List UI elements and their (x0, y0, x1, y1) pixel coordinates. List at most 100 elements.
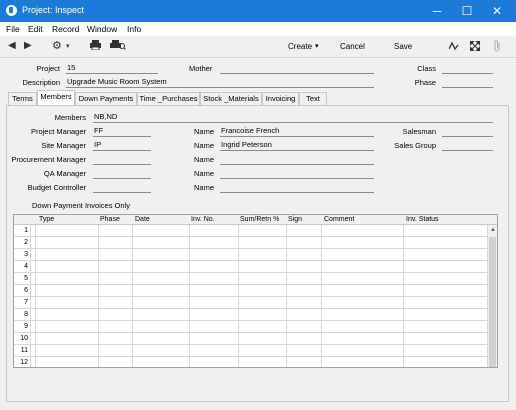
minimize-button[interactable]: ─ (423, 0, 451, 22)
create-dropdown-icon[interactable]: ▾ (315, 42, 319, 50)
expand-icon[interactable] (469, 40, 481, 54)
class-label: Class (417, 64, 436, 73)
row-number: 4 (14, 261, 31, 273)
table-row[interactable]: 1 (14, 225, 489, 237)
maximize-button[interactable]: ☐ (453, 0, 481, 22)
column-header-sum-retn[interactable]: Sum/Retn % (240, 216, 279, 223)
procurement-manager-name-field[interactable] (220, 154, 374, 165)
close-button[interactable]: ✕ (483, 0, 511, 22)
cancel-button[interactable]: Cancel (340, 42, 365, 51)
scrollbar-thumb[interactable] (489, 237, 496, 367)
tab-stock-materials[interactable]: Stock _Materials (200, 92, 262, 105)
tab-members[interactable]: Members (37, 90, 75, 105)
budget-controller-code-field[interactable] (93, 182, 151, 193)
menu-window[interactable]: Window (87, 24, 117, 34)
row-number: 1 (14, 225, 31, 237)
grid-scrollbar[interactable]: ▲ (487, 225, 497, 367)
table-row[interactable]: 4 (14, 261, 489, 273)
description-label: Description (22, 78, 60, 87)
window-title: Project: Inspect (22, 5, 85, 15)
site-manager-label: Site Manager (41, 141, 86, 150)
toolbar: ◀ ▶ ⚙ ▾ Create ▾ Cancel Save (0, 36, 516, 58)
phase-field[interactable] (442, 77, 493, 88)
budget-controller-name-field[interactable] (220, 182, 374, 193)
print-icon[interactable] (90, 40, 101, 53)
site-manager-code-field[interactable]: IP (93, 140, 151, 151)
row-number: 12 (14, 357, 31, 367)
attachment-icon[interactable] (493, 40, 501, 55)
title-bar: Project: Inspect ─ ☐ ✕ (0, 0, 516, 22)
salesman-label: Salesman (402, 127, 436, 136)
procurement-manager-code-field[interactable] (93, 154, 151, 165)
table-row[interactable]: 12 (14, 357, 489, 367)
row-number: 6 (14, 285, 31, 297)
project-field[interactable]: 15 (66, 63, 158, 74)
print-preview-icon[interactable] (110, 40, 126, 53)
save-button[interactable]: Save (394, 42, 412, 51)
column-header-sign[interactable]: Sign (288, 216, 302, 223)
qa-manager-label: QA Manager (43, 169, 86, 178)
site-manager-name-label: Name (193, 141, 214, 150)
next-record-icon[interactable]: ▶ (24, 40, 32, 51)
table-row[interactable]: 7 (14, 297, 489, 309)
tab-time-purchases[interactable]: Time _Purchases (137, 92, 200, 105)
column-header-type[interactable]: Type (39, 216, 54, 223)
qa-manager-name-label: Name (193, 169, 214, 178)
down-payment-invoices-grid: Type Phase Date Inv. No. Sum/Retn % Sign… (13, 214, 498, 368)
row-number: 5 (14, 273, 31, 285)
procurement-manager-name-label: Name (193, 155, 214, 164)
qa-manager-code-field[interactable] (93, 168, 151, 179)
budget-controller-label: Budget Controller (27, 183, 86, 192)
column-header-date[interactable]: Date (135, 216, 150, 223)
column-header-comment[interactable]: Comment (324, 216, 354, 223)
menu-bar: File Edit Record Window Info (0, 22, 516, 36)
table-row[interactable]: 6 (14, 285, 489, 297)
project-manager-label: Project Manager (30, 127, 86, 136)
procurement-manager-label: Procurement Manager (11, 155, 86, 164)
operations-dropdown-icon[interactable]: ▾ (66, 42, 70, 50)
site-manager-name-field[interactable]: Ingrid Peterson (220, 140, 374, 151)
row-number: 3 (14, 249, 31, 261)
scroll-up-icon[interactable]: ▲ (490, 227, 496, 233)
row-number: 2 (14, 237, 31, 249)
project-manager-name-label: Name (193, 127, 214, 136)
mother-field[interactable] (220, 63, 374, 74)
table-row[interactable]: 3 (14, 249, 489, 261)
members-label: Members (54, 113, 86, 122)
project-manager-name-field[interactable]: Francoise French (220, 126, 374, 137)
menu-file[interactable]: File (6, 24, 20, 34)
row-number: 7 (14, 297, 31, 309)
class-field[interactable] (442, 63, 493, 74)
tab-invoicing[interactable]: Invoicing (262, 92, 299, 105)
project-manager-code-field[interactable]: FF (93, 126, 151, 137)
menu-info[interactable]: Info (127, 24, 141, 34)
column-header-inv-no[interactable]: Inv. No. (191, 216, 215, 223)
row-number: 10 (14, 333, 31, 345)
column-header-inv-status[interactable]: Inv. Status (406, 216, 439, 223)
operations-gear-icon[interactable]: ⚙ (52, 39, 62, 52)
members-field[interactable]: NB,ND (93, 112, 493, 123)
project-label: Project (36, 64, 60, 73)
app-icon (6, 5, 17, 16)
description-field[interactable]: Upgrade Music Room System (66, 77, 374, 88)
column-header-phase[interactable]: Phase (100, 216, 120, 223)
salesman-field[interactable] (442, 126, 493, 137)
sales-group-field[interactable] (442, 140, 493, 151)
menu-edit[interactable]: Edit (28, 24, 43, 34)
qa-manager-name-field[interactable] (220, 168, 374, 179)
activity-icon[interactable] (448, 41, 459, 54)
table-row[interactable]: 2 (14, 237, 489, 249)
table-row[interactable]: 5 (14, 273, 489, 285)
tab-down-payments[interactable]: Down Payments (75, 92, 137, 105)
create-button[interactable]: Create (288, 42, 312, 51)
table-row[interactable]: 8 (14, 309, 489, 321)
table-row[interactable]: 10 (14, 333, 489, 345)
row-number: 8 (14, 309, 31, 321)
previous-record-icon[interactable]: ◀ (8, 40, 16, 51)
table-row[interactable]: 9 (14, 321, 489, 333)
menu-record[interactable]: Record (52, 24, 79, 34)
tab-terms[interactable]: Terms (8, 92, 37, 105)
tab-text[interactable]: Text (299, 92, 327, 105)
sales-group-label: Sales Group (394, 141, 436, 150)
table-row[interactable]: 11 (14, 345, 489, 357)
